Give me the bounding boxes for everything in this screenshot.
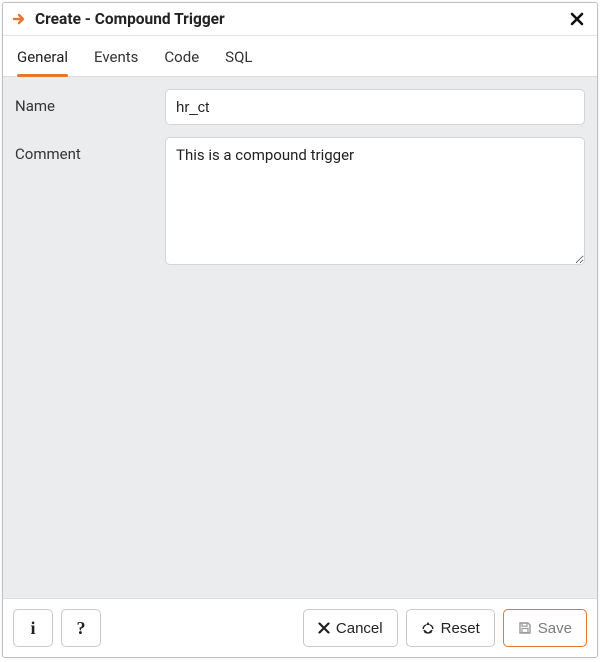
close-icon: [570, 12, 584, 26]
label-comment: Comment: [15, 137, 165, 163]
tab-sql[interactable]: SQL: [225, 36, 252, 76]
info-button[interactable]: i: [13, 609, 53, 647]
titlebar: Create - Compound Trigger: [3, 3, 597, 36]
row-comment: Comment This is a compound trigger: [15, 137, 585, 269]
cancel-button[interactable]: Cancel: [303, 609, 398, 647]
footer: i ? Cancel Reset: [3, 598, 597, 657]
help-icon: ?: [77, 618, 86, 639]
tab-code[interactable]: Code: [164, 36, 199, 76]
tabs: General Events Code SQL: [3, 36, 597, 77]
control-comment: This is a compound trigger: [165, 137, 585, 269]
help-button[interactable]: ?: [61, 609, 101, 647]
info-icon: i: [30, 618, 35, 639]
cancel-label: Cancel: [336, 620, 383, 637]
form-body: Name Comment This is a compound trigger: [3, 77, 597, 598]
dialog: Create - Compound Trigger General Events…: [2, 2, 598, 658]
recycle-icon: [421, 621, 435, 635]
tab-general[interactable]: General: [17, 36, 68, 76]
reset-label: Reset: [441, 620, 480, 637]
label-name: Name: [15, 89, 165, 115]
dialog-title: Create - Compound Trigger: [35, 10, 225, 28]
tab-events[interactable]: Events: [94, 36, 138, 76]
reset-button[interactable]: Reset: [406, 609, 495, 647]
control-name: [165, 89, 585, 125]
cancel-icon: [318, 622, 330, 634]
name-input[interactable]: [165, 89, 585, 125]
save-icon: [518, 621, 532, 635]
close-button[interactable]: [567, 9, 587, 29]
row-name: Name: [15, 89, 585, 125]
save-label: Save: [538, 620, 572, 637]
comment-input[interactable]: This is a compound trigger: [165, 137, 585, 265]
app-arrow-icon: [11, 10, 29, 28]
save-button[interactable]: Save: [503, 609, 587, 647]
